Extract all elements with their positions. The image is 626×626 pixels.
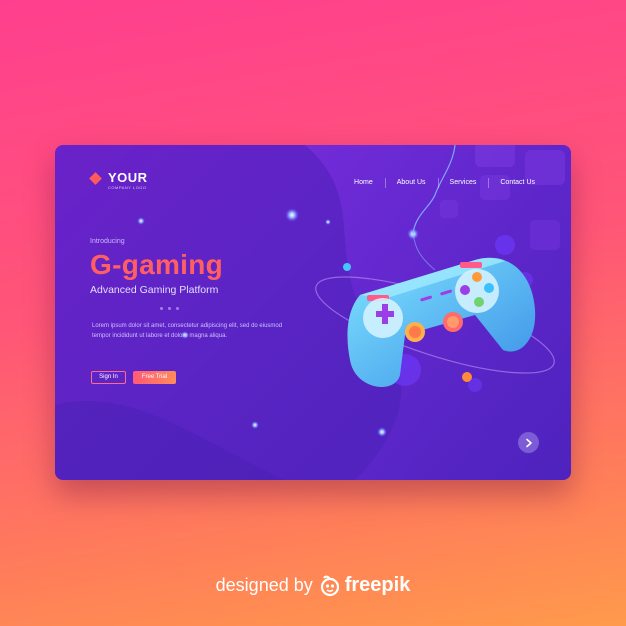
attribution-footer: designed by freepik xyxy=(0,574,626,597)
company-logo[interactable]: YOUR xyxy=(89,170,148,185)
chevron-right-icon xyxy=(525,438,532,447)
background-illustration xyxy=(55,145,571,480)
freepik-brand[interactable]: freepik xyxy=(345,574,411,597)
logo-subtext: COMPANY LOGO xyxy=(108,185,147,190)
hero-description: Lorem ipsum dolor sit amet, consectetur … xyxy=(92,323,283,339)
logo-diamond-icon xyxy=(89,171,102,185)
nav-about-us[interactable]: About Us xyxy=(384,178,438,188)
main-nav: Home About Us Services Contact Us xyxy=(342,178,535,188)
hero-title: G-gaming xyxy=(90,249,224,280)
next-slide-button[interactable] xyxy=(518,432,539,453)
intro-label: Introducing xyxy=(90,238,125,245)
free-trial-button[interactable]: Free Trial xyxy=(133,371,176,384)
nav-home[interactable]: Home xyxy=(342,179,385,186)
designed-by-label: designed by xyxy=(215,575,313,595)
logo-text: YOUR xyxy=(108,170,148,185)
decorative-dots xyxy=(160,307,179,310)
sign-in-button[interactable]: Sign In xyxy=(91,371,126,384)
landing-card: YOUR COMPANY LOGO Home About Us Services… xyxy=(55,145,571,480)
nav-services[interactable]: Services xyxy=(437,178,489,188)
nav-contact-us[interactable]: Contact Us xyxy=(488,178,535,188)
hero-subtitle: Advanced Gaming Platform xyxy=(90,284,219,296)
freepik-logo-icon xyxy=(320,575,339,596)
